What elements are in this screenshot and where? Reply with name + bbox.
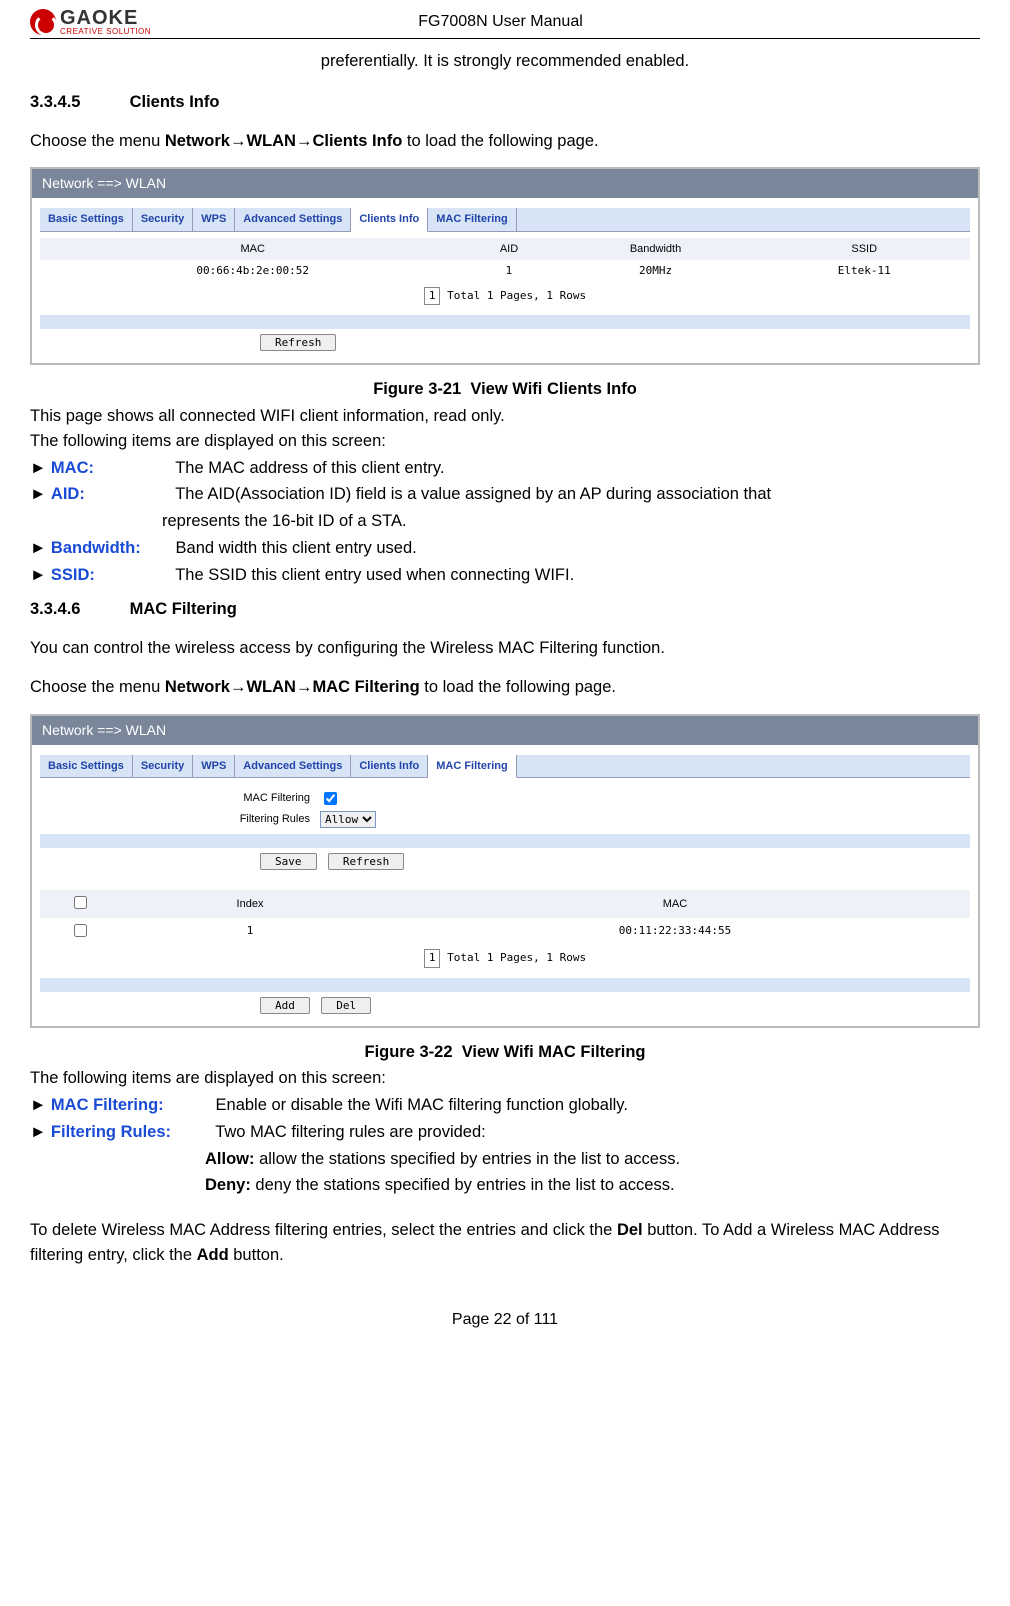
- tab-advanced-settings[interactable]: Advanced Settings: [235, 755, 351, 778]
- cell-index: 1: [120, 918, 380, 946]
- mac-filtering-label: MAC Filtering: [40, 790, 320, 807]
- screenshot-mac-filtering: Network ==> WLAN Basic Settings Security…: [30, 714, 980, 1028]
- field-filtering-rules: ► Filtering Rules: Two MAC filtering rul…: [30, 1120, 980, 1145]
- pager-text: Total 1 Pages, 1 Rows: [447, 951, 586, 964]
- refresh-button[interactable]: Refresh: [260, 334, 336, 351]
- table-row: 00:66:4b:2e:00:52 1 20MHz Eltek-11: [40, 260, 970, 283]
- cell-mac: 00:66:4b:2e:00:52: [40, 260, 465, 283]
- tab-wps[interactable]: WPS: [193, 755, 235, 778]
- save-button[interactable]: Save: [260, 853, 317, 870]
- form-mac-filtering: MAC Filtering: [40, 789, 970, 808]
- field-aid: ► AID: The AID(Association ID) field is …: [30, 482, 980, 507]
- cell-mac: 00:11:22:33:44:55: [380, 918, 970, 946]
- tab-mac-filtering[interactable]: MAC Filtering: [428, 208, 517, 231]
- rule-allow: Allow: allow the stations specified by e…: [205, 1147, 980, 1172]
- tab-mac-filtering[interactable]: MAC Filtering: [428, 755, 517, 779]
- col-bandwidth: Bandwidth: [553, 238, 759, 261]
- col-mac: MAC: [40, 238, 465, 261]
- field-aid-cont: represents the 16-bit ID of a STA.: [162, 509, 980, 534]
- pager: 1 Total 1 Pages, 1 Rows: [40, 949, 970, 968]
- filtering-rules-select[interactable]: Allow: [320, 811, 376, 828]
- tab-security[interactable]: Security: [133, 755, 193, 778]
- del-button[interactable]: Del: [321, 997, 371, 1014]
- field-mac: ► MAC: The MAC address of this client en…: [30, 456, 980, 481]
- intro-fragment: preferentially. It is strongly recommend…: [30, 49, 980, 74]
- pager-text: Total 1 Pages, 1 Rows: [447, 289, 586, 302]
- nav-instruction-clients-info: Choose the menu Network→WLAN→Clients Inf…: [30, 129, 980, 154]
- outro-paragraph: To delete Wireless MAC Address filtering…: [30, 1218, 980, 1268]
- figure-caption-1: Figure 3-21 View Wifi Clients Info: [30, 377, 980, 402]
- desc-text: The following items are displayed on thi…: [30, 429, 980, 454]
- desc-text: The following items are displayed on thi…: [30, 1066, 980, 1091]
- section-number: 3.3.4.6: [30, 597, 125, 622]
- refresh-button[interactable]: Refresh: [328, 853, 404, 870]
- separator-bar: [40, 834, 970, 848]
- table-row: 1 00:11:22:33:44:55: [40, 918, 970, 946]
- field-ssid: ► SSID: The SSID this client entry used …: [30, 563, 980, 588]
- section-title: MAC Filtering: [130, 600, 237, 618]
- nav-instruction-mac-filtering: Choose the menu Network→WLAN→MAC Filteri…: [30, 675, 980, 700]
- pager: 1 Total 1 Pages, 1 Rows: [40, 287, 970, 306]
- breadcrumb: Network ==> WLAN: [32, 169, 978, 198]
- figure-caption-2: Figure 3-22 View Wifi MAC Filtering: [30, 1040, 980, 1065]
- tab-bar: Basic Settings Security WPS Advanced Set…: [40, 755, 970, 779]
- cell-bandwidth: 20MHz: [553, 260, 759, 283]
- form-filtering-rules: Filtering Rules Allow: [40, 811, 970, 828]
- cell-ssid: Eltek-11: [758, 260, 970, 283]
- page-header: GAOKE CREATIVE SOLUTION FG7008N User Man…: [30, 8, 980, 39]
- screenshot-clients-info: Network ==> WLAN Basic Settings Security…: [30, 167, 980, 365]
- col-checkbox: [40, 890, 120, 918]
- col-mac: MAC: [380, 890, 970, 918]
- col-aid: AID: [465, 238, 552, 261]
- col-index: Index: [120, 890, 380, 918]
- col-ssid: SSID: [758, 238, 970, 261]
- section-heading-mac-filtering: 3.3.4.6 MAC Filtering: [30, 597, 980, 622]
- row-checkbox[interactable]: [74, 924, 87, 937]
- filtering-rules-label: Filtering Rules: [40, 811, 320, 828]
- tab-clients-info[interactable]: Clients Info: [351, 208, 428, 232]
- logo-icon: [30, 9, 56, 35]
- separator-bar: [40, 315, 970, 329]
- select-all-checkbox[interactable]: [74, 896, 87, 909]
- tab-bar: Basic Settings Security WPS Advanced Set…: [40, 208, 970, 232]
- tab-clients-info[interactable]: Clients Info: [351, 755, 428, 778]
- page-footer: Page 22 of 111: [30, 1308, 980, 1332]
- rule-deny: Deny: deny the stations specified by ent…: [205, 1173, 980, 1198]
- tab-basic-settings[interactable]: Basic Settings: [40, 208, 133, 231]
- doc-title: FG7008N User Manual: [21, 10, 980, 34]
- field-bandwidth: ► Bandwidth: Band width this client entr…: [30, 536, 980, 561]
- clients-table: MAC AID Bandwidth SSID 00:66:4b:2e:00:52…: [40, 238, 970, 283]
- add-button[interactable]: Add: [260, 997, 310, 1014]
- tab-security[interactable]: Security: [133, 208, 193, 231]
- section-heading-clients-info: 3.3.4.5 Clients Info: [30, 90, 980, 115]
- mac-filter-table: Index MAC 1 00:11:22:33:44:55: [40, 890, 970, 945]
- table-header-row: MAC AID Bandwidth SSID: [40, 238, 970, 261]
- pager-page[interactable]: 1: [424, 949, 441, 968]
- mac-filtering-checkbox[interactable]: [324, 792, 337, 805]
- tab-basic-settings[interactable]: Basic Settings: [40, 755, 133, 778]
- table-header-row: Index MAC: [40, 890, 970, 918]
- tab-advanced-settings[interactable]: Advanced Settings: [235, 208, 351, 231]
- mac-filtering-intro: You can control the wireless access by c…: [30, 636, 980, 661]
- pager-page[interactable]: 1: [424, 287, 441, 306]
- cell-aid: 1: [465, 260, 552, 283]
- cell-checkbox: [40, 918, 120, 946]
- desc-text: This page shows all connected WIFI clien…: [30, 404, 980, 429]
- section-title: Clients Info: [130, 93, 220, 111]
- field-mac-filtering: ► MAC Filtering: Enable or disable the W…: [30, 1093, 980, 1118]
- section-number: 3.3.4.5: [30, 90, 125, 115]
- tab-wps[interactable]: WPS: [193, 208, 235, 231]
- breadcrumb: Network ==> WLAN: [32, 716, 978, 745]
- separator-bar: [40, 978, 970, 992]
